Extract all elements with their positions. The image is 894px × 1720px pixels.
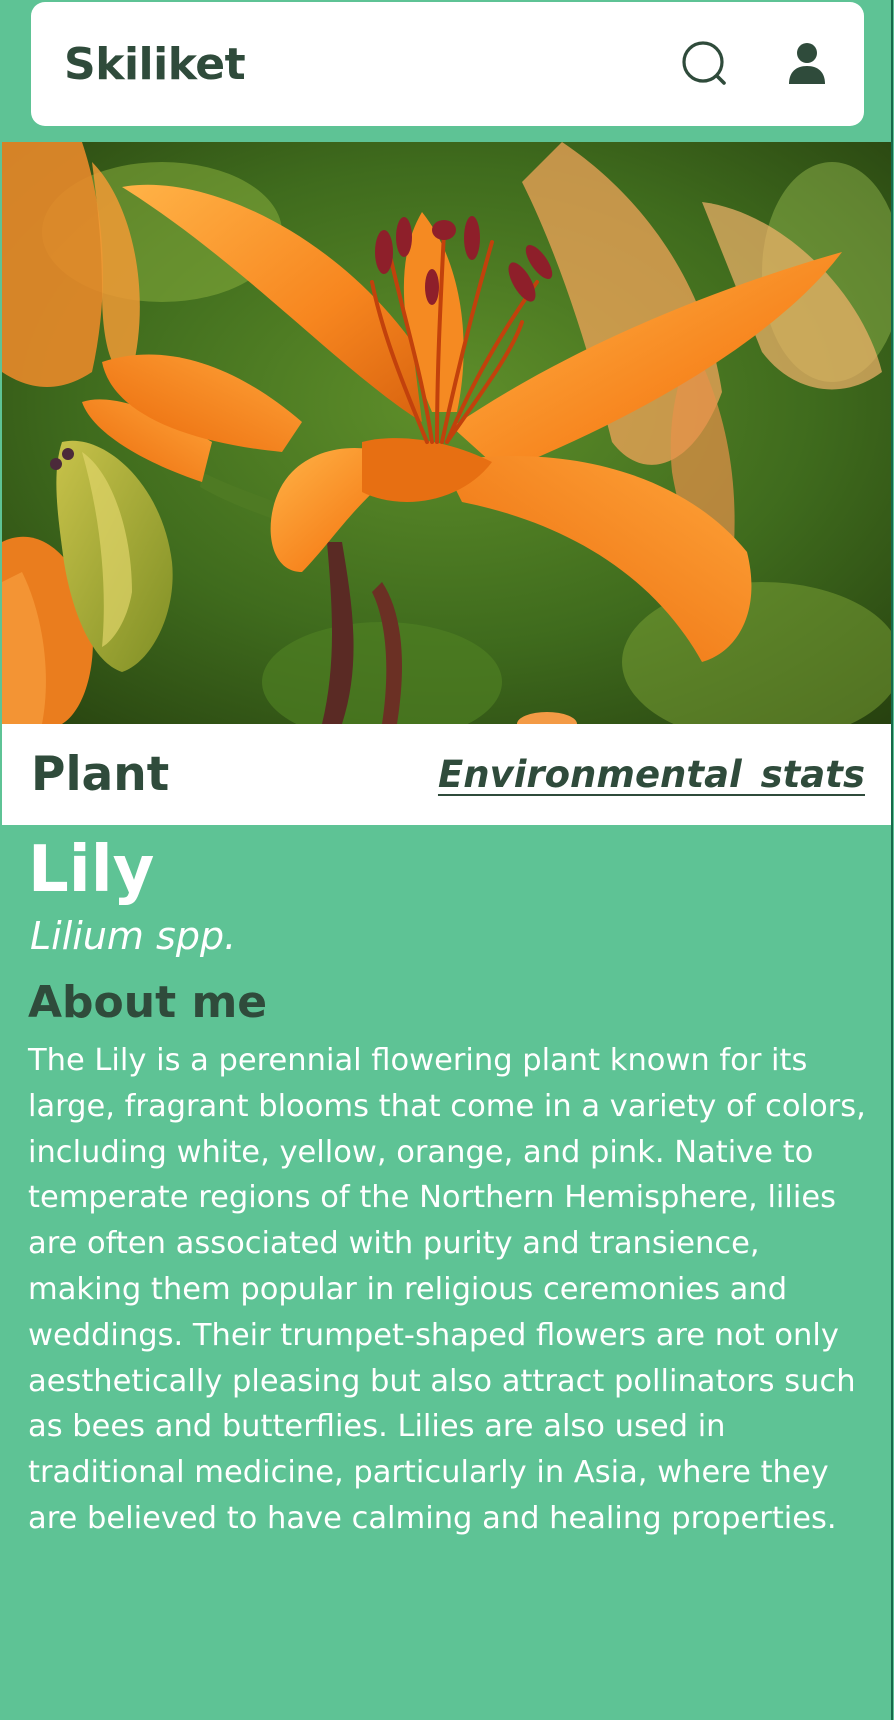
- frame-border: [0, 0, 893, 1720]
- page: Skiliket Plant Environmental stats Lily …: [0, 0, 894, 1720]
